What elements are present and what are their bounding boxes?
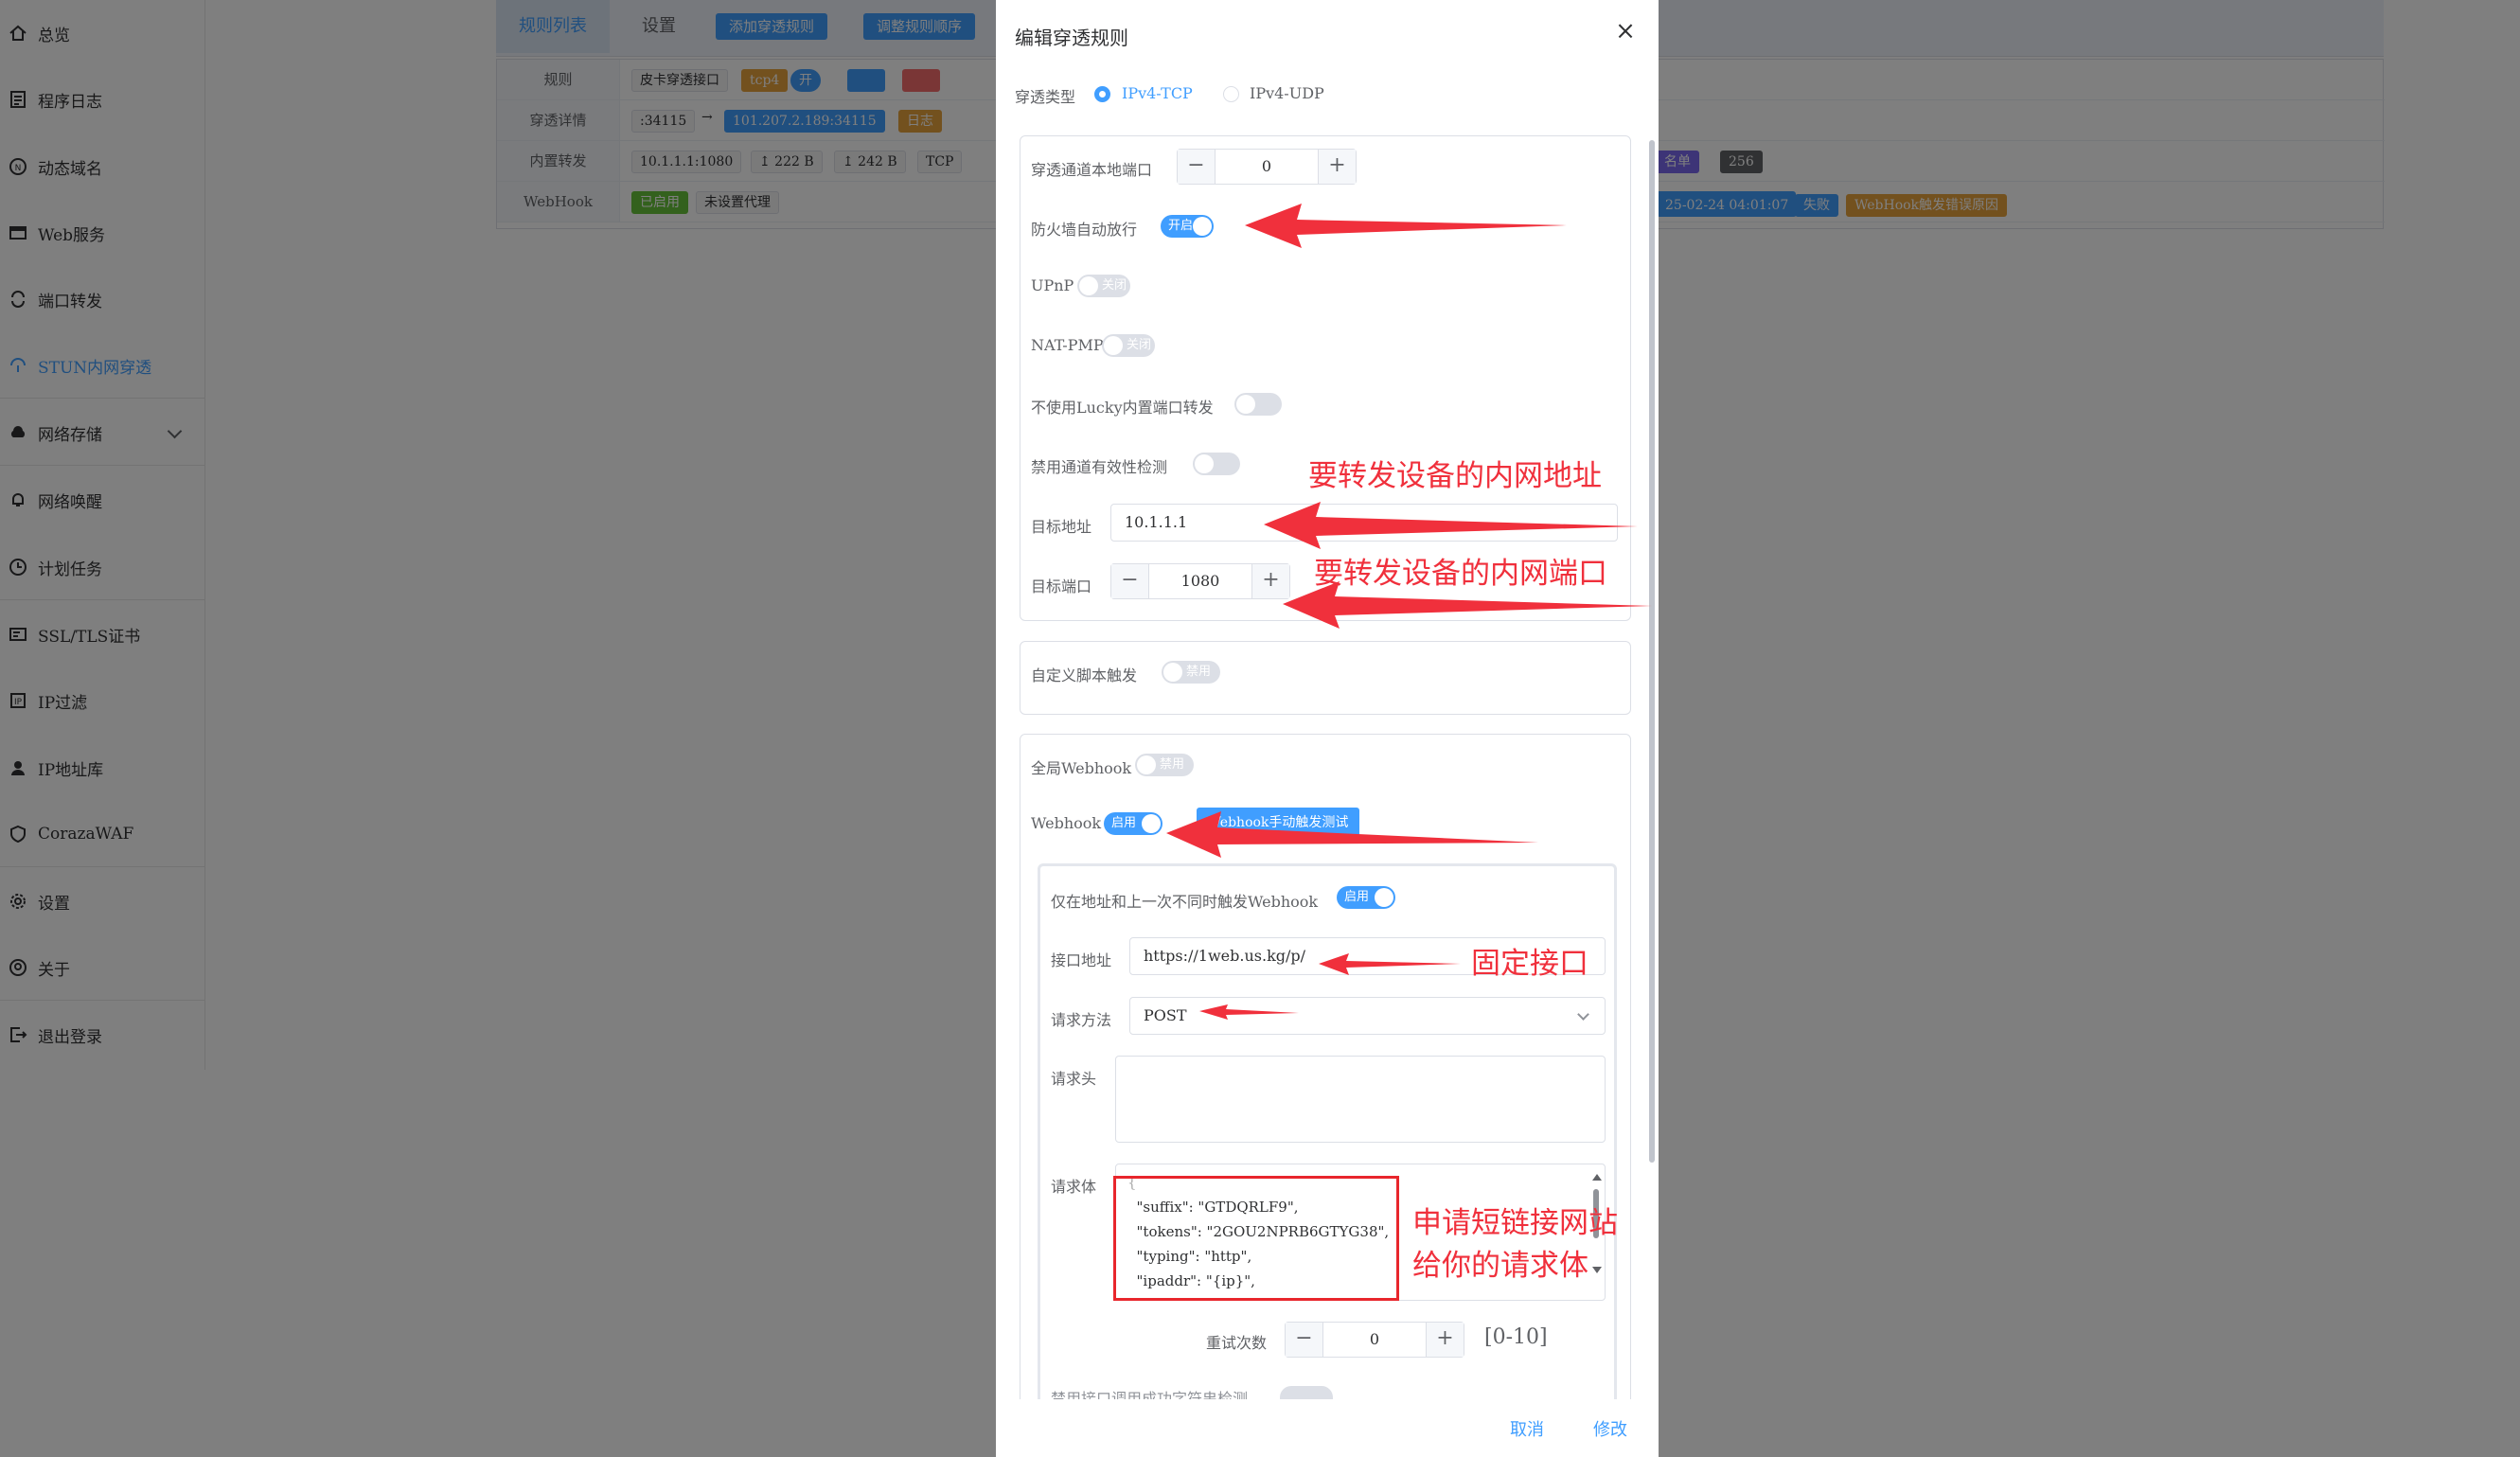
- arrow-api: [1319, 953, 1461, 975]
- annotation-fixed-api: 固定接口: [1471, 947, 1588, 981]
- annotation-inner-port: 要转发设备的内网端口: [1314, 557, 1607, 591]
- annotation-inner-addr: 要转发设备的内网地址: [1308, 459, 1602, 493]
- annotation-body-1: 申请短链接网站: [1412, 1206, 1618, 1240]
- annotation-body-2: 给你的请求体: [1412, 1249, 1588, 1283]
- arrow-webhook: [1166, 811, 1538, 858]
- arrow-method: [1199, 1004, 1299, 1020]
- arrow-target-addr: [1264, 502, 1638, 549]
- body-highlight-box: [1113, 1176, 1399, 1301]
- arrow-firewall: [1245, 204, 1567, 248]
